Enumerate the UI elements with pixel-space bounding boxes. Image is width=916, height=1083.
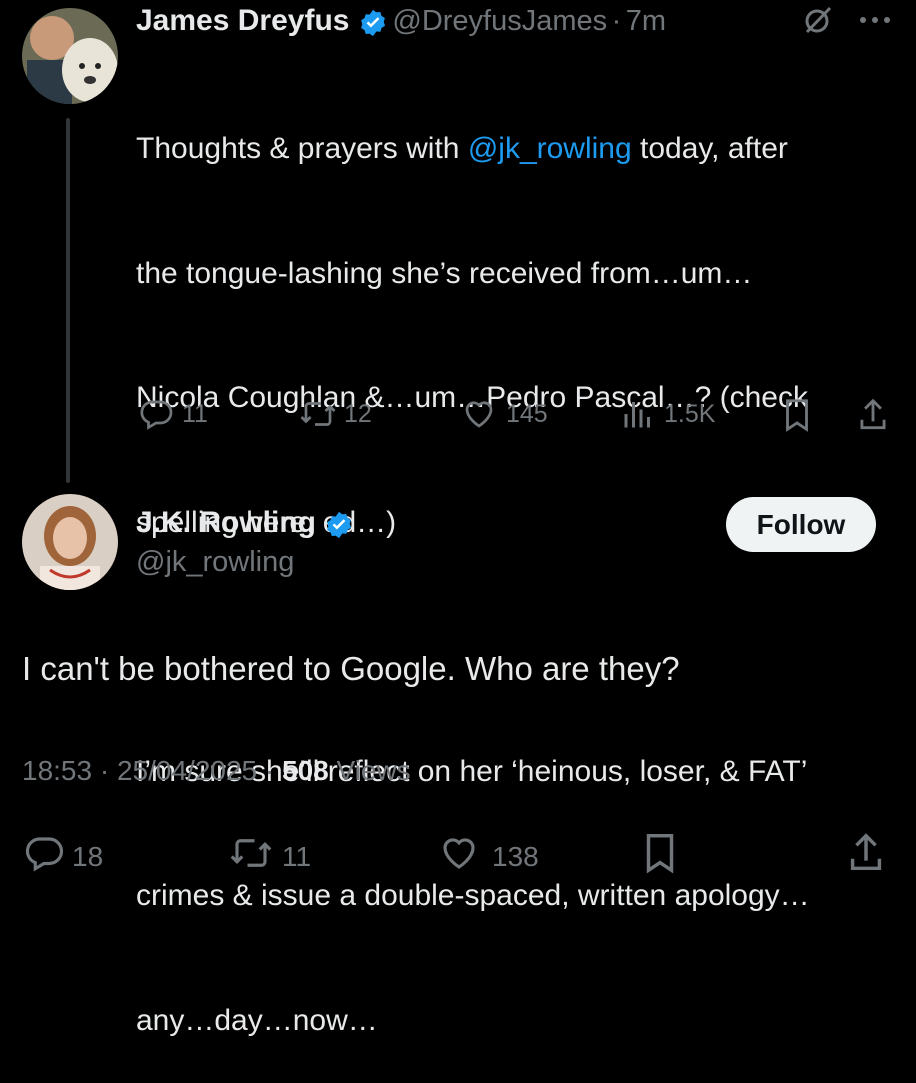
reply-icon — [138, 396, 174, 432]
like-button[interactable]: 138 — [436, 832, 539, 881]
tweet-date[interactable]: 25/04/2025 — [117, 755, 257, 786]
reply-icon — [22, 832, 66, 881]
follow-button[interactable]: Follow — [726, 497, 876, 552]
meta-separator: · — [99, 755, 110, 786]
views-count: 508 — [282, 755, 329, 786]
like-count: 145 — [506, 399, 548, 428]
share-icon — [846, 830, 886, 883]
grok-icon[interactable] — [802, 4, 834, 36]
bookmark-icon — [640, 830, 680, 883]
bookmark-icon — [780, 396, 814, 434]
repost-count: 11 — [282, 840, 312, 872]
time-separator: · — [611, 5, 622, 37]
repost-icon — [298, 396, 338, 432]
author-handle[interactable]: @jk_rowling — [136, 546, 294, 579]
author-handle[interactable]: @DreyfusJames — [392, 5, 607, 37]
bookmark-button[interactable] — [780, 396, 814, 434]
repost-button[interactable]: 12 — [298, 396, 372, 432]
tweet2-text: I can't be bothered to Google. Who are t… — [22, 650, 680, 687]
views-icon — [622, 396, 654, 432]
like-count: 138 — [492, 840, 539, 872]
tweet1-header: James Dreyfus @DreyfusJames · 7m — [136, 4, 666, 43]
repost-button[interactable]: 11 — [228, 832, 311, 881]
tweet-time[interactable]: 7m — [626, 5, 666, 37]
jk-rowling-avatar[interactable] — [22, 494, 118, 590]
text-segment: today, after — [631, 132, 788, 165]
views-count: 1.5K — [664, 399, 716, 428]
share-icon — [856, 396, 890, 434]
like-button[interactable]: 145 — [460, 396, 548, 432]
repost-icon — [228, 832, 274, 881]
like-icon — [436, 832, 482, 881]
thread-connector-line — [66, 118, 70, 483]
repost-count: 12 — [344, 399, 372, 428]
author-name[interactable]: J.K. Rowling — [136, 506, 316, 539]
tweet-time[interactable]: 18:53 — [22, 755, 92, 786]
text-segment: Thoughts & prayers with — [136, 132, 468, 165]
share-button[interactable] — [856, 396, 890, 434]
verified-badge-icon — [324, 510, 354, 545]
tweet2-author: J.K. Rowling — [136, 506, 354, 545]
tweet-meta: 18:53 · 25/04/2025 · 508 Views — [22, 755, 411, 787]
james-dreyfus-avatar[interactable] — [22, 8, 118, 104]
reply-count: 11 — [182, 399, 208, 428]
tweet1-line6: crimes & issue a double-spaced, written … — [136, 879, 810, 912]
reply-button[interactable]: 11 — [138, 396, 208, 432]
tweet1-line1: Thoughts & prayers with @jk_rowling toda… — [136, 128, 896, 170]
reply-count: 18 — [72, 840, 104, 872]
tweet1-line7: any…day…now… — [136, 1003, 378, 1037]
author-name[interactable]: James Dreyfus — [136, 4, 349, 37]
like-icon — [460, 396, 498, 432]
verified-badge-icon — [358, 8, 388, 43]
views-label: Views — [336, 755, 411, 786]
reply-button[interactable]: 18 — [22, 832, 103, 881]
more-icon[interactable] — [858, 10, 892, 30]
share-button[interactable] — [846, 830, 886, 883]
views-button[interactable]: 1.5K — [622, 396, 715, 432]
meta-separator: · — [264, 755, 275, 786]
tweet1-line2: the tongue-lashing she’s received from…u… — [136, 256, 753, 290]
bookmark-button[interactable] — [640, 830, 680, 883]
mention-link[interactable]: @jk_rowling — [468, 132, 632, 165]
